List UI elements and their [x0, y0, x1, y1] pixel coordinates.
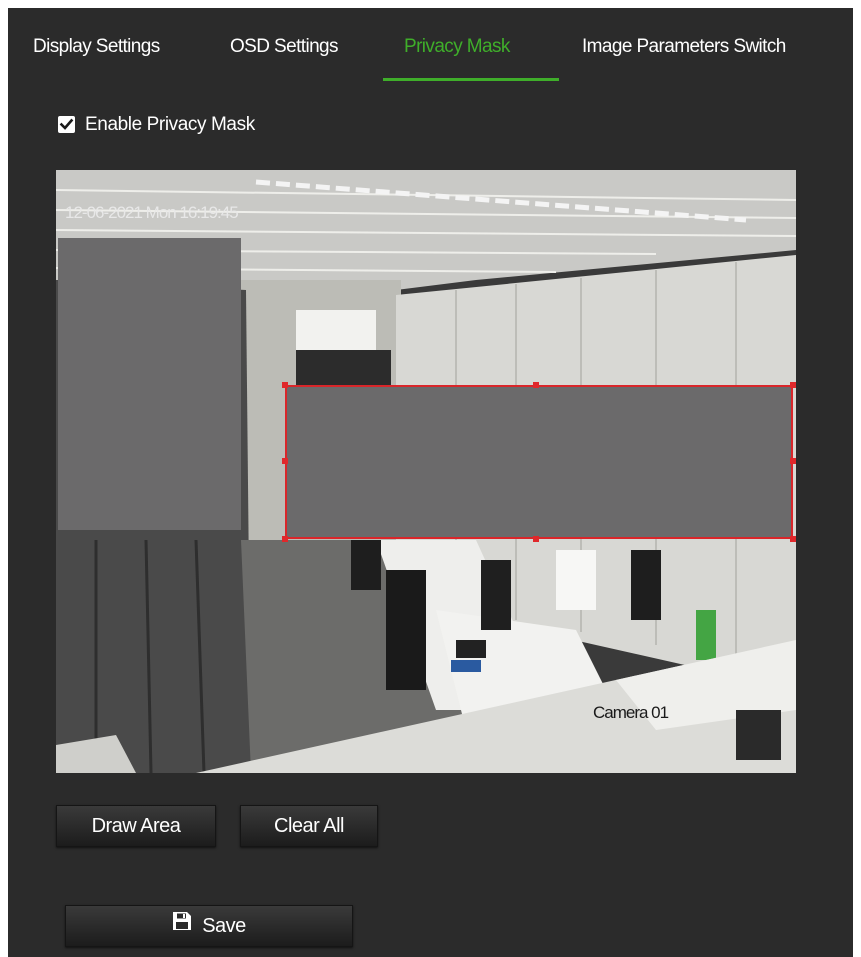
osd-camera-name: Camera 01 — [593, 703, 669, 722]
resize-handle-left[interactable] — [282, 458, 288, 464]
enable-privacy-mask-label: Enable Privacy Mask — [85, 114, 255, 135]
privacy-mask-panel: Display Settings OSD Settings Privacy Ma… — [8, 8, 853, 957]
tab-display-settings[interactable]: Display Settings — [33, 8, 160, 84]
osd-datetime: 12-06-2021 Mon 16:19:45 — [65, 203, 239, 222]
clear-all-button[interactable]: Clear All — [240, 805, 378, 847]
live-video-view[interactable]: 12-06-2021 Mon 16:19:45 Camera 01 — [56, 170, 796, 773]
draw-area-button[interactable]: Draw Area — [56, 805, 216, 847]
tab-privacy-mask[interactable]: Privacy Mask — [404, 8, 510, 84]
resize-handle-bottom-right[interactable] — [790, 536, 796, 542]
floppy-disk-icon — [172, 905, 192, 945]
privacy-mask-area-selected[interactable] — [282, 382, 796, 542]
privacy-mask-area-1[interactable] — [58, 238, 241, 530]
save-button[interactable]: Save — [65, 905, 353, 947]
resize-handle-bottom-left[interactable] — [282, 536, 288, 542]
resize-handle-bottom[interactable] — [533, 536, 539, 542]
enable-privacy-mask-checkbox[interactable] — [58, 116, 75, 133]
active-tab-indicator — [383, 78, 559, 81]
resize-handle-right[interactable] — [790, 458, 796, 464]
save-button-label: Save — [202, 915, 246, 937]
resize-handle-top-left[interactable] — [282, 382, 288, 388]
tab-osd-settings[interactable]: OSD Settings — [230, 8, 339, 84]
resize-handle-top-right[interactable] — [790, 382, 796, 388]
tab-image-parameters-switch[interactable]: Image Parameters Switch — [582, 8, 786, 84]
check-icon — [59, 118, 74, 130]
settings-tab-bar: Display Settings OSD Settings Privacy Ma… — [8, 8, 853, 84]
resize-handle-top[interactable] — [533, 382, 539, 388]
